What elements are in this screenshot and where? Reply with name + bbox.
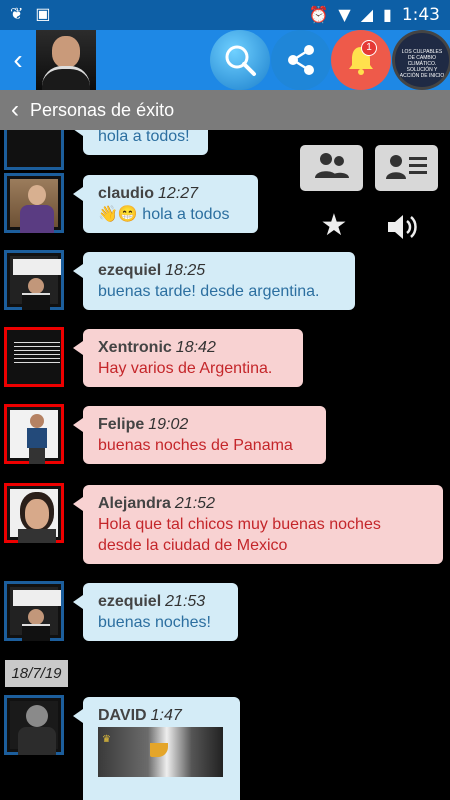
profile-avatar[interactable]: [36, 30, 96, 90]
message-author: ezequiel: [98, 593, 162, 610]
chevron-left-icon[interactable]: ‹: [0, 96, 30, 124]
message-author: claudio: [98, 185, 155, 202]
avatar[interactable]: [4, 581, 64, 641]
chat-area[interactable]: hola a todos! ★ claudio 12:27 👋😁 hola a …: [0, 130, 450, 800]
leaf-icon: ❦: [10, 6, 24, 23]
message-author: Alejandra: [98, 495, 171, 512]
message-time: 19:02: [148, 416, 189, 433]
share-button[interactable]: [271, 30, 331, 90]
message-text: Hay varios de Argentina.: [98, 360, 273, 377]
speaker-icon[interactable]: [386, 212, 420, 242]
message-time: 18:42: [175, 339, 216, 356]
group-thumb-text: LOS CULPABLES DE CAMBIO CLIMÁTICO. SOLUC…: [399, 49, 445, 79]
message-author: ezequiel: [98, 262, 162, 279]
message-bubble: Xentronic 18:42 Hay varios de Argentina.: [73, 329, 303, 387]
message-bubble: Alejandra 21:52 Hola que tal chicos muy b…: [73, 485, 443, 564]
crown-icon: ♛: [102, 734, 111, 745]
message-author: Xentronic: [98, 339, 172, 356]
message-bubble: hola a todos!: [73, 130, 208, 155]
status-bar: ❦ ▣ ⏰ ▼ ◢ ▮ 1:43: [0, 0, 450, 30]
status-time: 1:43: [401, 5, 440, 25]
message-bubble: DAVID 1:47 ♛: [73, 697, 240, 800]
message-text: buenas tarde! desde argentina.: [98, 283, 320, 300]
message-emoji: 👋😁: [98, 206, 138, 223]
message-text-line2: desde la ciudad de Mexico: [98, 537, 288, 554]
message-time: 21:52: [174, 495, 215, 512]
battery-icon: ▮: [383, 5, 392, 24]
search-icon: [225, 45, 256, 76]
message-time: 21:53: [165, 593, 206, 610]
contact-card-icon: [385, 151, 429, 186]
chat-title-bar: ‹ Personas de éxito: [0, 90, 450, 130]
group-icon: [312, 150, 352, 187]
signal-icon: ◢: [360, 5, 373, 24]
contact-card-button[interactable]: [375, 145, 438, 191]
notifications-button[interactable]: 1: [331, 30, 391, 90]
avatar[interactable]: [4, 130, 64, 170]
avatar[interactable]: [4, 483, 64, 543]
back-button[interactable]: ‹: [0, 30, 36, 90]
message-time: 18:25: [165, 262, 206, 279]
message-text: hola a todos!: [98, 130, 190, 145]
message-author: DAVID: [98, 707, 147, 724]
notification-badge: 1: [361, 40, 377, 56]
star-icon[interactable]: ★: [318, 210, 350, 242]
search-button[interactable]: [210, 30, 270, 90]
message-image[interactable]: ♛: [98, 727, 223, 777]
message-time: 1:47: [150, 707, 182, 724]
avatar[interactable]: [4, 173, 64, 233]
share-icon: [288, 45, 314, 75]
message-author: Felipe: [98, 416, 145, 433]
message-text: buenas noches de Panama: [98, 437, 293, 454]
avatar[interactable]: [4, 327, 64, 387]
members-button[interactable]: [300, 145, 363, 191]
avatar[interactable]: [4, 404, 64, 464]
chevron-left-icon: ‹: [13, 44, 23, 75]
message-bubble: claudio 12:27 👋😁 hola a todos: [73, 175, 258, 233]
wifi-icon: ▼: [338, 5, 351, 24]
message-bubble: Felipe 19:02 buenas noches de Panama: [73, 406, 326, 464]
message-time: 12:27: [158, 185, 199, 202]
avatar[interactable]: [4, 695, 64, 755]
alarm-icon: ⏰: [308, 5, 329, 24]
chat-title: Personas de éxito: [30, 99, 175, 120]
avatar[interactable]: [4, 250, 64, 310]
message-text: hola a todos: [142, 206, 230, 223]
group-avatar-button[interactable]: LOS CULPABLES DE CAMBIO CLIMÁTICO. SOLUC…: [392, 30, 450, 90]
message-bubble: ezequiel 18:25 buenas tarde! desde argent…: [73, 252, 355, 310]
date-separator: 18/7/19: [5, 660, 68, 687]
image-icon: ▣: [35, 6, 51, 23]
message-text: buenas noches!: [98, 614, 211, 631]
message-text-line1: Hola que tal chicos muy buenas noches: [98, 516, 381, 533]
message-bubble: ezequiel 21:53 buenas noches!: [73, 583, 238, 641]
